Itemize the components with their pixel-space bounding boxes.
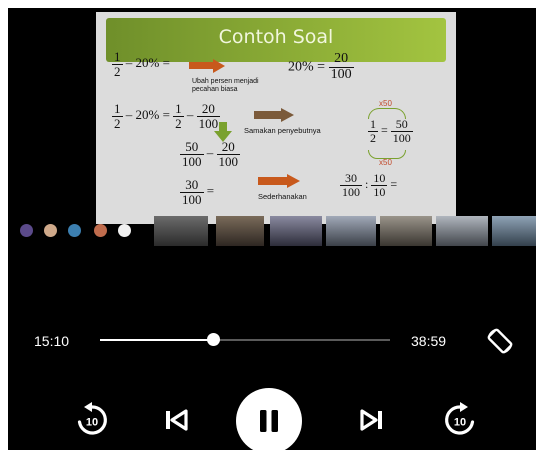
denominator: 100 xyxy=(182,191,202,207)
equivalent-fraction-equation: 12 = 50 100 xyxy=(368,118,413,144)
numerator: 30 xyxy=(340,172,362,186)
minus-sign: – xyxy=(206,145,214,161)
expression-text: – 20% = xyxy=(125,107,170,123)
numerator: 1 xyxy=(112,101,123,117)
equals-sign: = xyxy=(381,122,388,137)
equation-row-1-left: 12 – 20% = xyxy=(112,50,170,78)
fraction: 20 100 xyxy=(328,51,354,82)
elapsed-time: 15:10 xyxy=(34,333,70,349)
fraction: 30 100 xyxy=(340,172,362,198)
skip-previous-icon xyxy=(166,409,188,431)
equation-row-1-right: 20% = 20 100 xyxy=(288,51,354,82)
video-frame[interactable]: Contoh Soal 12 – 20% = Ubah persen menja… xyxy=(8,8,536,246)
numerator: 50 xyxy=(390,118,413,132)
seek-thumb[interactable] xyxy=(206,333,220,346)
numerator: 30 xyxy=(180,178,204,193)
previous-button[interactable] xyxy=(158,402,194,438)
rewind-seconds-label: 10 xyxy=(86,417,98,429)
brown-arrow-icon xyxy=(254,108,294,122)
participant-video-tile xyxy=(270,216,322,246)
rotate-screen-button[interactable] xyxy=(482,326,518,356)
denominator: 100 xyxy=(342,184,360,199)
pause-button[interactable] xyxy=(236,388,302,450)
rotate-screen-icon xyxy=(487,328,513,354)
fraction: 10 10 xyxy=(371,171,388,199)
slide-title: Contoh Soal xyxy=(218,26,334,48)
numerator: 20 xyxy=(328,51,354,68)
forward-seconds-label: 10 xyxy=(454,417,466,429)
video-player-screen: Contoh Soal 12 – 20% = Ubah persen menja… xyxy=(8,8,536,450)
fast-forward-icon: 10 xyxy=(445,402,475,435)
presentation-slide: Contoh Soal 12 – 20% = Ubah persen menja… xyxy=(96,12,456,224)
expression-text: – 20% = xyxy=(125,55,170,71)
next-button[interactable] xyxy=(354,402,390,438)
participant-strip xyxy=(8,216,536,246)
participant-video-tile xyxy=(436,216,488,246)
participant-avatar xyxy=(44,224,57,237)
participant-video-tile xyxy=(380,216,432,246)
forward-10-button[interactable]: 10 xyxy=(438,398,482,442)
equals-sign: = xyxy=(390,176,398,191)
participant-avatar xyxy=(94,224,107,237)
orange-arrow-icon xyxy=(189,59,225,73)
slide-note-equalize-denominators: Samakan penyebutnya xyxy=(244,126,321,135)
total-duration: 38:59 xyxy=(411,333,447,349)
equation-row-4-right: 30 100 : 10 10 = xyxy=(340,172,397,198)
numerator: 10 xyxy=(371,171,388,186)
fraction: 30 100 xyxy=(180,178,204,206)
numerator: 20 xyxy=(196,102,221,117)
fraction: 50 100 xyxy=(180,140,204,168)
fraction: 12 xyxy=(368,118,378,144)
participant-video-tile xyxy=(492,216,536,246)
numerator: 50 xyxy=(180,140,204,155)
denominator: 10 xyxy=(373,184,386,199)
participant-avatar xyxy=(68,224,81,237)
skip-next-icon xyxy=(360,409,382,431)
equation-row-3: 50 100 – 20 100 xyxy=(180,140,240,168)
divide-sign: : xyxy=(365,176,369,191)
pause-icon xyxy=(260,410,278,432)
denominator: 2 xyxy=(114,63,121,79)
multiplier-label-top: x50 xyxy=(379,99,392,108)
denominator: 2 xyxy=(114,115,121,131)
fraction: 12 xyxy=(173,102,184,130)
equation-row-4-left: 30 100 = xyxy=(180,178,214,206)
slide-note-simplify: Sederhanakan xyxy=(258,192,307,201)
denominator: 100 xyxy=(392,130,411,145)
equals-sign: = xyxy=(206,183,215,199)
fraction: 12 xyxy=(112,102,123,130)
numerator: 1 xyxy=(368,117,378,132)
rewind-10-button[interactable]: 10 xyxy=(70,398,114,442)
seek-bar-progress xyxy=(100,339,213,341)
denominator: 100 xyxy=(330,66,352,82)
fraction: 50 100 xyxy=(390,118,413,145)
participant-avatar xyxy=(118,224,131,237)
participant-video-tile xyxy=(216,216,264,246)
seek-bar[interactable] xyxy=(100,333,390,346)
fraction: 20 100 xyxy=(216,140,240,169)
numerator: 1 xyxy=(173,101,184,117)
equation-row-2: 12 – 20% = 12 – 20 100 xyxy=(112,102,221,130)
denominator: 100 xyxy=(218,153,239,169)
numerator: 1 xyxy=(112,49,123,65)
participant-video-tile xyxy=(154,216,208,246)
numerator: 20 xyxy=(216,140,240,155)
fraction: 12 xyxy=(112,50,123,78)
slide-note-convert-percent: Ubah persen menjadi pecahan biasa xyxy=(192,78,259,93)
participant-avatar xyxy=(20,224,33,237)
minus-sign: – xyxy=(186,107,194,123)
denominator: 2 xyxy=(370,130,376,145)
denominator: 100 xyxy=(182,153,202,169)
participant-video-tile xyxy=(326,216,376,246)
multiplier-label-bottom: x50 xyxy=(379,158,392,167)
expression-text: 20% = xyxy=(288,59,326,75)
orange-arrow-icon xyxy=(258,174,300,188)
denominator: 2 xyxy=(175,115,182,131)
rewind-icon: 10 xyxy=(77,402,107,435)
